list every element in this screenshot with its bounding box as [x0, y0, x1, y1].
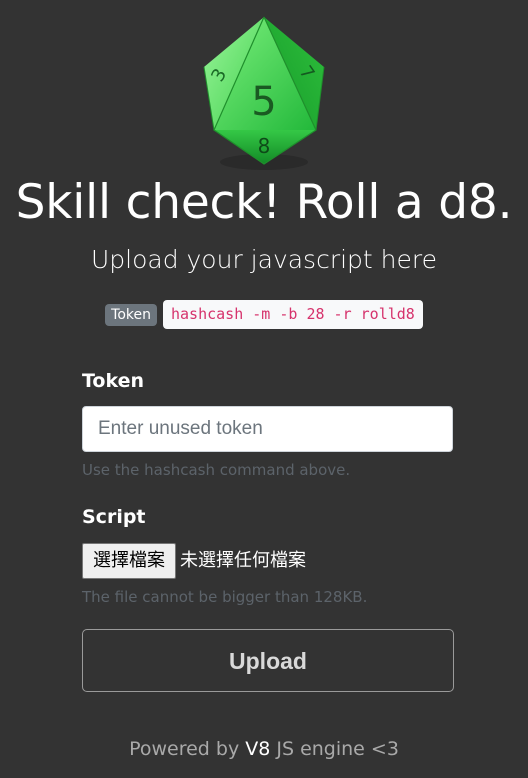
upload-button[interactable]: Upload	[82, 629, 454, 692]
script-label: Script	[82, 506, 146, 528]
d8-die-icon: 5 3 7 8	[203, 16, 325, 170]
script-help-text: The file cannot be bigger than 128KB.	[82, 588, 368, 606]
hashcash-command: hashcash -m -b 28 -r rolld8	[163, 300, 423, 329]
token-badge: Token	[105, 303, 157, 326]
choose-file-button[interactable]: 選擇檔案	[82, 543, 176, 579]
token-hint: Token hashcash -m -b 28 -r rolld8	[0, 300, 528, 329]
footer-suffix: JS engine <3	[270, 738, 399, 760]
token-label: Token	[82, 370, 145, 392]
page-title: Skill check! Roll a d8.	[15, 175, 513, 230]
footer-engine: V8	[245, 738, 271, 760]
footer-prefix: Powered by	[129, 738, 246, 760]
logo: 5 3 7 8	[0, 12, 528, 174]
token-help-text: Use the hashcash command above.	[82, 461, 351, 479]
file-status: 未選擇任何檔案	[180, 550, 306, 571]
die-face-bottom: 8	[258, 134, 271, 158]
die-face-front: 5	[251, 79, 276, 125]
page-subtitle: Upload your javascript here	[90, 245, 438, 274]
token-input[interactable]	[82, 406, 453, 452]
footer: Powered by V8 JS engine <3	[0, 735, 528, 763]
script-file-input[interactable]: 選擇檔案 未選擇任何檔案	[82, 543, 306, 579]
